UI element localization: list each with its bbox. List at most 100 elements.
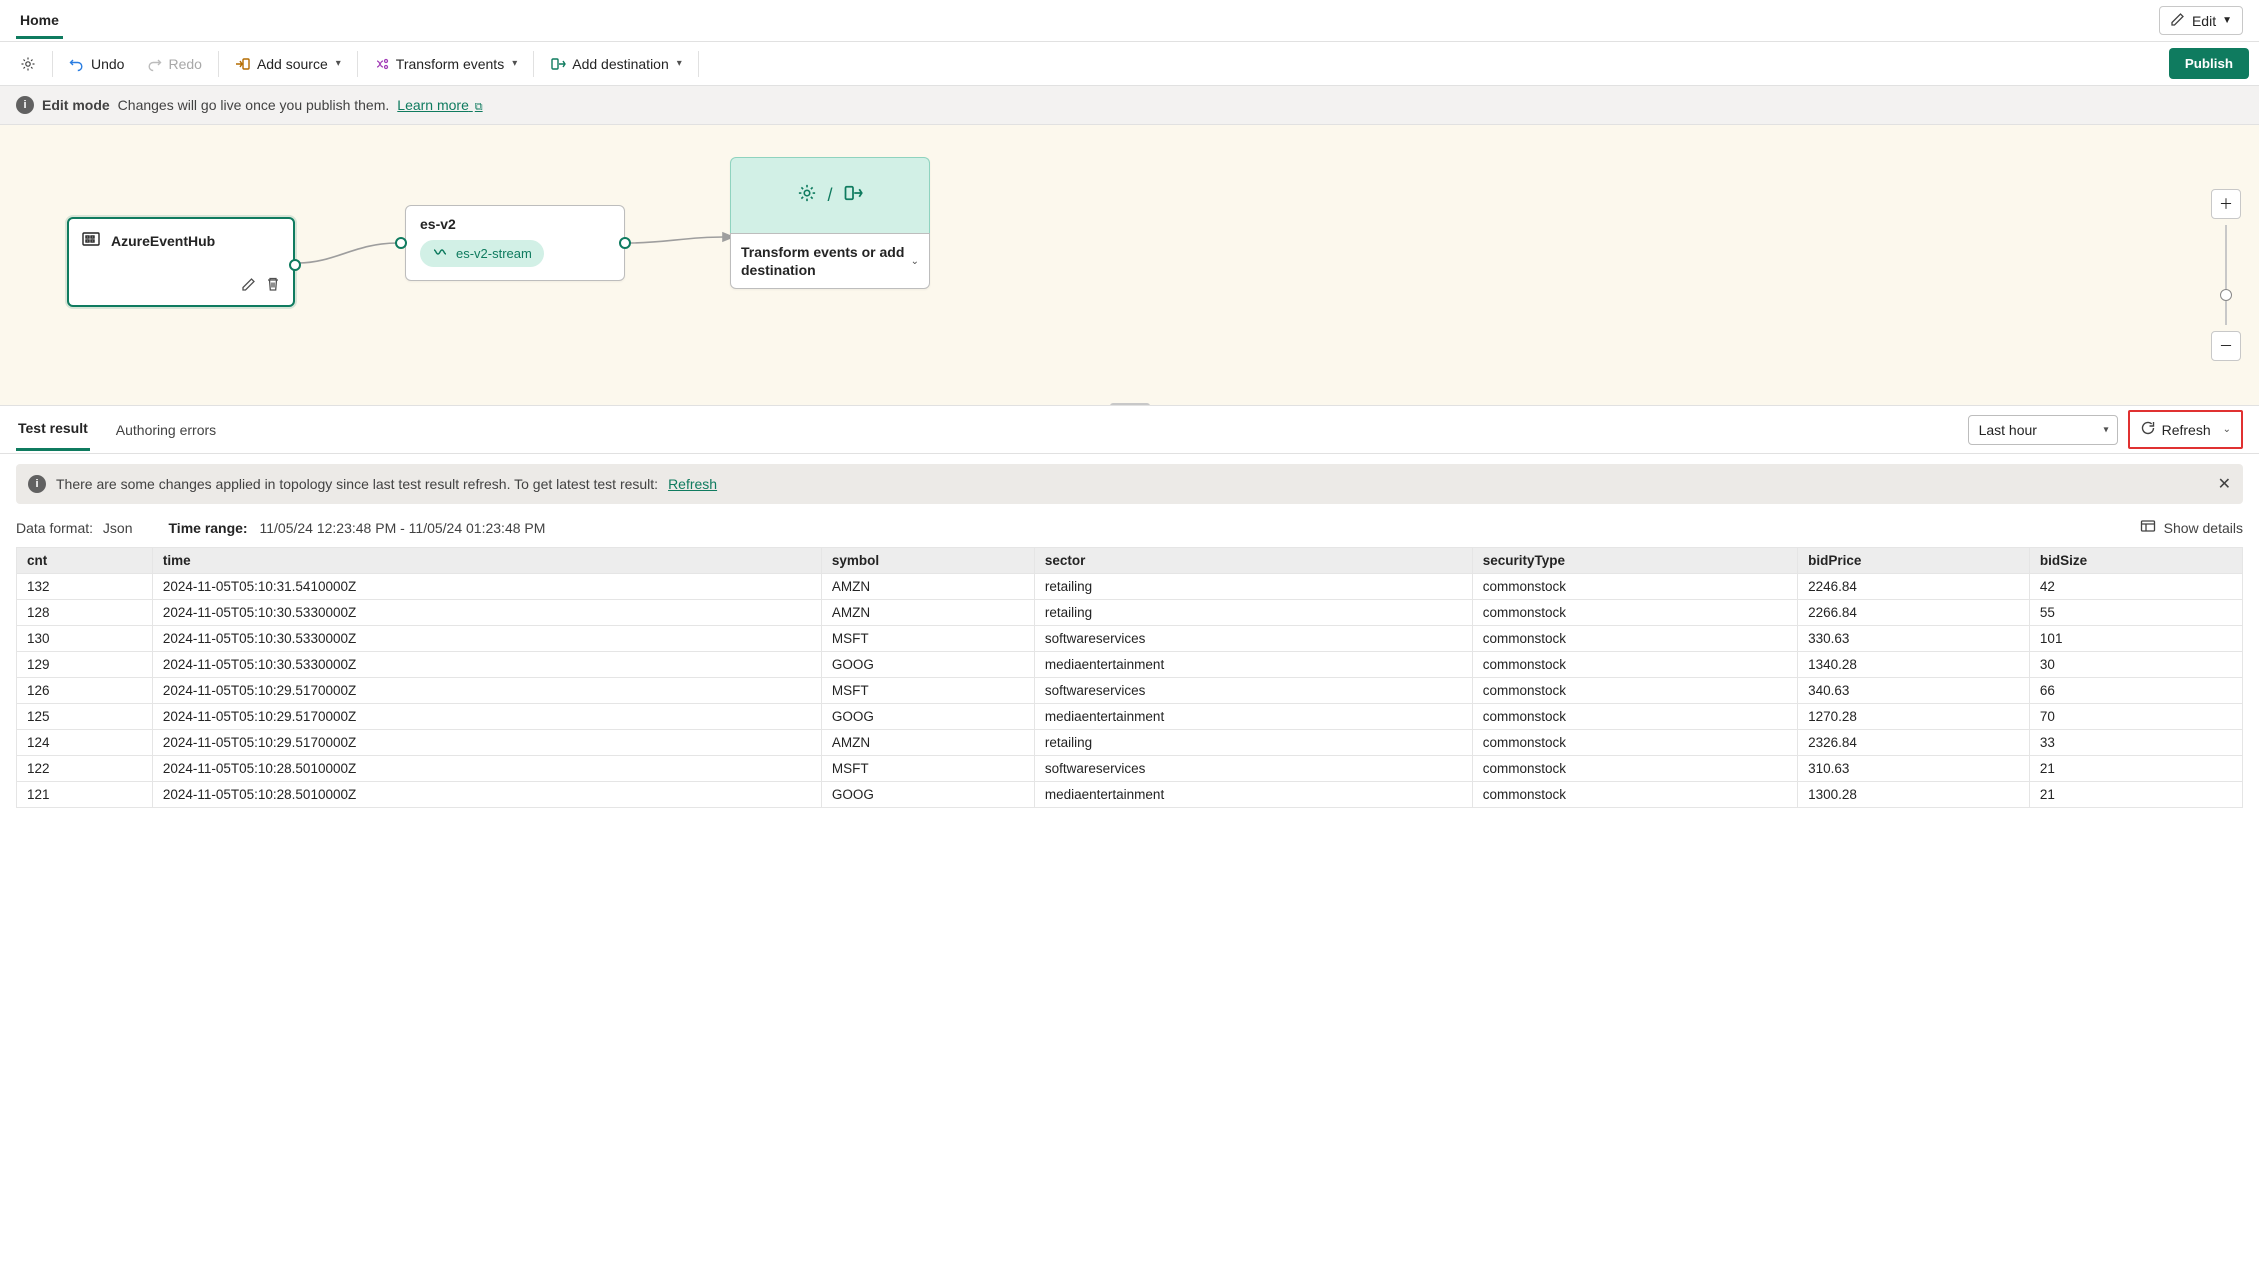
table-row[interactable]: 1242024-11-05T05:10:29.5170000ZAMZNretai… <box>17 730 2243 756</box>
time-range-select[interactable]: Last hour <box>1968 415 2118 445</box>
alert-message: There are some changes applied in topolo… <box>56 476 658 492</box>
table-row[interactable]: 1282024-11-05T05:10:30.5330000ZAMZNretai… <box>17 600 2243 626</box>
edit-dropdown-label: Edit <box>2192 13 2216 29</box>
node-output-port[interactable] <box>619 237 631 249</box>
topology-canvas[interactable]: AzureEventHub es-v2 <box>0 125 2259 405</box>
node-output-port[interactable] <box>289 259 301 271</box>
edit-node-button[interactable] <box>241 276 257 295</box>
node-stream-title: es-v2 <box>420 216 610 232</box>
table-row[interactable]: 1292024-11-05T05:10:30.5330000ZGOOGmedia… <box>17 652 2243 678</box>
destination-out-icon <box>843 183 863 208</box>
add-destination-label: Add destination <box>572 56 669 72</box>
table-cell: 2024-11-05T05:10:31.5410000Z <box>152 574 821 600</box>
separator <box>698 51 699 77</box>
alert-refresh-link[interactable]: Refresh <box>668 476 717 492</box>
column-header[interactable]: bidSize <box>2029 548 2242 574</box>
node-stream-esv2[interactable]: es-v2 es-v2-stream <box>405 205 625 281</box>
table-row[interactable]: 1302024-11-05T05:10:30.5330000ZMSFTsoftw… <box>17 626 2243 652</box>
column-header[interactable]: sector <box>1034 548 1472 574</box>
refresh-label: Refresh <box>2162 422 2211 438</box>
table-cell: GOOG <box>821 652 1034 678</box>
pencil-icon <box>2170 11 2186 30</box>
undo-button[interactable]: Undo <box>59 50 134 78</box>
table-cell: 128 <box>17 600 153 626</box>
table-cell: 101 <box>2029 626 2242 652</box>
zoom-slider[interactable] <box>2225 225 2227 325</box>
column-header[interactable]: securityType <box>1472 548 1797 574</box>
chevron-down-icon[interactable]: ⌄ <box>911 256 919 267</box>
table-cell: 42 <box>2029 574 2242 600</box>
table-cell: retailing <box>1034 574 1472 600</box>
table-cell: AMZN <box>821 574 1034 600</box>
settings-button[interactable] <box>10 50 46 78</box>
separator <box>218 51 219 77</box>
top-tab-bar: Home Edit ▼ <box>0 0 2259 42</box>
column-header[interactable]: symbol <box>821 548 1034 574</box>
redo-icon <box>146 56 162 72</box>
resize-handle[interactable] <box>1110 403 1150 405</box>
table-cell: 2024-11-05T05:10:29.5170000Z <box>152 704 821 730</box>
node-input-port[interactable] <box>395 237 407 249</box>
table-cell: 2246.84 <box>1798 574 2030 600</box>
edit-mode-infobar: i Edit mode Changes will go live once yo… <box>0 86 2259 125</box>
add-source-label: Add source <box>257 56 328 72</box>
add-destination-button[interactable]: Add destination ▾ <box>540 50 692 78</box>
zoom-in-button[interactable]: ＋ <box>2211 189 2241 219</box>
info-icon: i <box>16 96 34 114</box>
table-row[interactable]: 1222024-11-05T05:10:28.5010000ZMSFTsoftw… <box>17 756 2243 782</box>
zoom-out-button[interactable]: － <box>2211 331 2241 361</box>
transform-events-label: Transform events <box>396 56 504 72</box>
publish-button[interactable]: Publish <box>2169 48 2249 79</box>
column-header[interactable]: bidPrice <box>1798 548 2030 574</box>
table-row[interactable]: 1212024-11-05T05:10:28.5010000ZGOOGmedia… <box>17 782 2243 808</box>
node-destination-placeholder[interactable]: / Transform events or add destination ⌄ <box>730 157 930 289</box>
show-details-button[interactable]: Show details <box>2140 518 2243 537</box>
stream-pill[interactable]: es-v2-stream <box>420 240 544 267</box>
table-cell: 310.63 <box>1798 756 2030 782</box>
alert-close-button[interactable]: ✕ <box>2218 474 2231 494</box>
refresh-button[interactable]: Refresh <box>2136 416 2215 443</box>
add-source-button[interactable]: Add source ▾ <box>225 50 351 78</box>
table-cell: 30 <box>2029 652 2242 678</box>
table-cell: commonstock <box>1472 782 1797 808</box>
transform-events-button[interactable]: Transform events ▾ <box>364 50 527 78</box>
separator <box>533 51 534 77</box>
results-table-wrap[interactable]: cnttimesymbolsectorsecurityTypebidPriceb… <box>0 547 2259 1261</box>
refresh-split-button[interactable]: ⌄ <box>2219 420 2235 439</box>
table-cell: commonstock <box>1472 730 1797 756</box>
table-cell: mediaentertainment <box>1034 704 1472 730</box>
table-cell: AMZN <box>821 730 1034 756</box>
stream-pill-label: es-v2-stream <box>456 246 532 261</box>
table-row[interactable]: 1252024-11-05T05:10:29.5170000ZGOOGmedia… <box>17 704 2243 730</box>
table-cell: MSFT <box>821 678 1034 704</box>
table-cell: 2266.84 <box>1798 600 2030 626</box>
stream-icon <box>432 244 448 263</box>
node-source-azureeventhub[interactable]: AzureEventHub <box>67 217 295 307</box>
delete-node-button[interactable] <box>265 276 281 295</box>
table-row[interactable]: 1262024-11-05T05:10:29.5170000ZMSFTsoftw… <box>17 678 2243 704</box>
refresh-icon <box>2140 420 2156 439</box>
table-cell: 2024-11-05T05:10:29.5170000Z <box>152 730 821 756</box>
infobar-title: Edit mode <box>42 97 110 113</box>
eventhub-icon <box>81 229 101 252</box>
zoom-thumb[interactable] <box>2220 289 2232 301</box>
column-header[interactable]: cnt <box>17 548 153 574</box>
edit-dropdown[interactable]: Edit ▼ <box>2159 6 2243 35</box>
table-cell: 55 <box>2029 600 2242 626</box>
table-row[interactable]: 1322024-11-05T05:10:31.5410000ZAMZNretai… <box>17 574 2243 600</box>
column-header[interactable]: time <box>152 548 821 574</box>
table-cell: 33 <box>2029 730 2242 756</box>
redo-button: Redo <box>136 50 211 78</box>
tab-authoring-errors[interactable]: Authoring errors <box>114 410 218 450</box>
chevron-down-icon: ▾ <box>336 58 341 69</box>
learn-more-link[interactable]: Learn more ⧉ <box>397 97 482 114</box>
chevron-down-icon: ▾ <box>512 58 517 69</box>
tab-test-result[interactable]: Test result <box>16 408 90 451</box>
toolbar: Undo Redo Add source ▾ Transform events … <box>0 42 2259 86</box>
table-cell: commonstock <box>1472 756 1797 782</box>
tab-home[interactable]: Home <box>16 2 63 39</box>
gear-icon <box>797 183 817 208</box>
transform-icon <box>374 56 390 72</box>
data-format-label: Data format: <box>16 520 93 536</box>
table-cell: 122 <box>17 756 153 782</box>
